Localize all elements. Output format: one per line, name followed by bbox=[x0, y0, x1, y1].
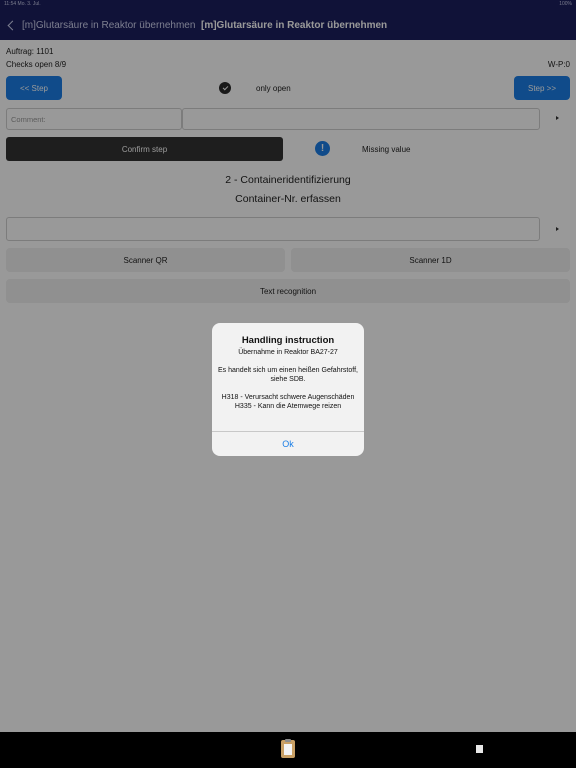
clipboard-icon[interactable] bbox=[281, 739, 295, 758]
ok-button[interactable]: Ok bbox=[212, 432, 364, 456]
handling-instruction-dialog: Handling instruction Übernahme in Reakto… bbox=[212, 323, 364, 456]
document-icon[interactable] bbox=[476, 745, 483, 753]
dialog-title: Handling instruction bbox=[241, 335, 335, 346]
dialog-message: Übernahme in Reaktor BA27-27 Es handelt … bbox=[218, 349, 358, 410]
